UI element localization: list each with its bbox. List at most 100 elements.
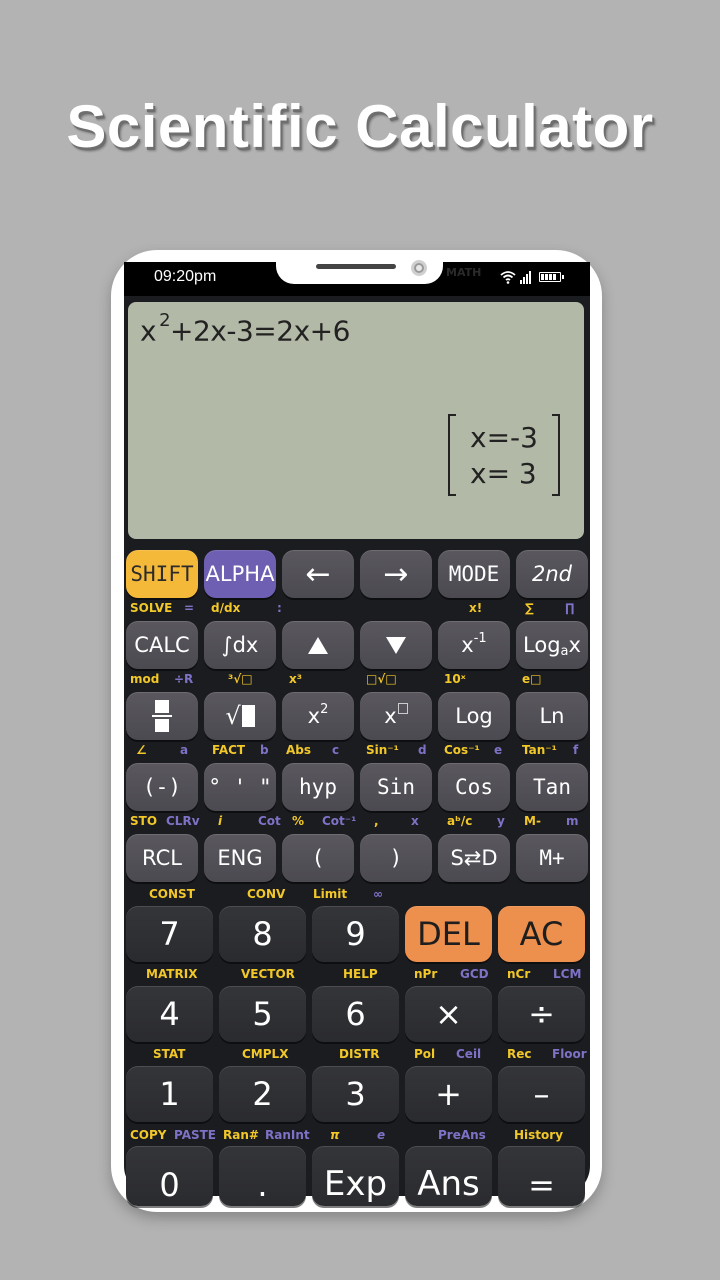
symbol-key[interactable]: + xyxy=(405,1066,492,1122)
key-label: MODE xyxy=(448,562,500,586)
square-root-icon: √ xyxy=(225,704,255,728)
key-label: . xyxy=(257,1166,268,1204)
secondary-label-rec: Rec xyxy=(507,1047,532,1061)
secondary-label-copy: COPY xyxy=(130,1128,167,1142)
secondary-label-vector: VECTOR xyxy=(241,967,295,981)
x2-key[interactable]: x2 xyxy=(282,692,354,740)
s-d-key[interactable]: S⇄D xyxy=(438,834,510,882)
symbol-key[interactable]: (-) xyxy=(126,763,198,811)
secondary-label-m: m xyxy=(566,814,579,828)
symbol-key[interactable]: ÷ xyxy=(498,986,585,1042)
5-key[interactable]: 5 xyxy=(219,986,306,1042)
4-key[interactable]: 4 xyxy=(126,986,213,1042)
key-label: S⇄D xyxy=(450,846,498,870)
key-label: Tan xyxy=(533,775,571,799)
secondary-label-mod: mod xyxy=(130,672,160,686)
key-label: AC xyxy=(519,915,564,953)
symbol-key[interactable]: = xyxy=(498,1146,585,1206)
exp-key[interactable]: Exp xyxy=(312,1146,399,1206)
secondary-label-cot: Cot xyxy=(258,814,281,828)
2nd-key[interactable]: 2nd xyxy=(516,550,588,598)
secondary-label-pol: Pol xyxy=(414,1047,436,1061)
shift-key[interactable]: SHIFT xyxy=(126,550,198,598)
down-triangle-key[interactable] xyxy=(360,621,432,669)
symbol-key[interactable]: . xyxy=(219,1146,306,1206)
1-key[interactable]: 1 xyxy=(126,1066,213,1122)
secondary-label-cmplx: CMPLX xyxy=(242,1047,289,1061)
wifi-icon xyxy=(500,271,516,284)
symbol-key[interactable]: × xyxy=(405,986,492,1042)
secondary-labels-row: STAT CMPLX DISTR Pol Ceil Rec Floor xyxy=(124,1047,590,1063)
cos-key[interactable]: Cos xyxy=(438,763,510,811)
tan-key[interactable]: Tan xyxy=(516,763,588,811)
secondary-label-gcd: GCD xyxy=(460,967,489,981)
secondary-label-b: b xyxy=(260,743,269,757)
key-label: ALPHA xyxy=(205,562,275,586)
secondary-label-cos: Cos⁻¹ xyxy=(444,743,480,757)
secondary-label-c: c xyxy=(332,743,340,757)
ans-key[interactable]: Ans xyxy=(405,1146,492,1206)
secondary-label-d: d xyxy=(418,743,427,757)
mode-key[interactable]: MODE xyxy=(438,550,510,598)
arrow-right-key[interactable]: → xyxy=(360,550,432,598)
secondary-label-fact: FACT xyxy=(212,743,246,757)
9-key[interactable]: 9 xyxy=(312,906,399,962)
secondary-label-sto: STO xyxy=(130,814,158,828)
8-key[interactable]: 8 xyxy=(219,906,306,962)
secondary-label-solve: SOLVE xyxy=(130,601,173,615)
log-key[interactable]: Log xyxy=(438,692,510,740)
ac-key[interactable]: AC xyxy=(498,906,585,962)
symbol-key[interactable]: ) xyxy=(360,834,432,882)
left-bracket xyxy=(448,414,456,496)
secondary-label-conv: CONV xyxy=(247,887,286,901)
key-subscript: a xyxy=(560,643,569,659)
secondary-label-symbol: ∑ xyxy=(525,601,534,615)
fraction-key[interactable] xyxy=(126,692,198,740)
symbol-key[interactable]: ( xyxy=(282,834,354,882)
status-icons xyxy=(500,268,564,286)
promo-title: Scientific Calculator xyxy=(66,93,654,160)
result-lines: x=-3 x= 3 xyxy=(470,420,538,492)
power-box-key[interactable]: x xyxy=(360,692,432,740)
x-1-key[interactable]: x -1 xyxy=(438,621,510,669)
logax-key[interactable]: Log a x xyxy=(516,621,588,669)
square-root-key[interactable]: √ xyxy=(204,692,276,740)
secondary-labels-row: CONST CONV Limit ∞ xyxy=(124,887,590,903)
secondary-label-a: a xyxy=(180,743,189,757)
alpha-key[interactable]: ALPHA xyxy=(204,550,276,598)
arrow-left-key[interactable]: ← xyxy=(282,550,354,598)
dx-key[interactable]: ∫dx xyxy=(204,621,276,669)
lcd-display: x 2+2x-3=2x+6 x=-3 x= 3 xyxy=(128,302,584,539)
result-line: x= 3 xyxy=(470,457,537,490)
key-label: hyp xyxy=(299,775,337,799)
symbol-key[interactable]: ° ' " xyxy=(204,763,276,811)
arrow-left-icon: ← xyxy=(305,556,331,592)
sin-key[interactable]: Sin xyxy=(360,763,432,811)
2-key[interactable]: 2 xyxy=(219,1066,306,1122)
del-key[interactable]: DEL xyxy=(405,906,492,962)
key-label: Log xyxy=(523,633,561,657)
result-matrix: x=-3 x= 3 xyxy=(448,414,560,498)
key-label: × xyxy=(435,995,462,1033)
key-label: 5 xyxy=(252,995,273,1033)
key-label: ° ' " xyxy=(208,775,272,799)
eng-key[interactable]: ENG xyxy=(204,834,276,882)
m-key[interactable]: M+ xyxy=(516,834,588,882)
calc-key[interactable]: CALC xyxy=(126,621,198,669)
key-label: M+ xyxy=(539,846,565,870)
0-key[interactable]: 0 xyxy=(126,1146,213,1206)
secondary-label-clrv: CLRv xyxy=(166,814,200,828)
key-label: RCL xyxy=(142,846,182,870)
key-label: ENG xyxy=(217,846,263,870)
6-key[interactable]: 6 xyxy=(312,986,399,1042)
up-triangle-key[interactable] xyxy=(282,621,354,669)
key-label: Sin xyxy=(377,775,415,799)
symbol-key[interactable]: – xyxy=(498,1066,585,1122)
ln-key[interactable]: Ln xyxy=(516,692,588,740)
up-triangle-icon xyxy=(308,636,328,654)
rcl-key[interactable]: RCL xyxy=(126,834,198,882)
hyp-key[interactable]: hyp xyxy=(282,763,354,811)
key-suffix: x xyxy=(568,633,581,657)
3-key[interactable]: 3 xyxy=(312,1066,399,1122)
7-key[interactable]: 7 xyxy=(126,906,213,962)
